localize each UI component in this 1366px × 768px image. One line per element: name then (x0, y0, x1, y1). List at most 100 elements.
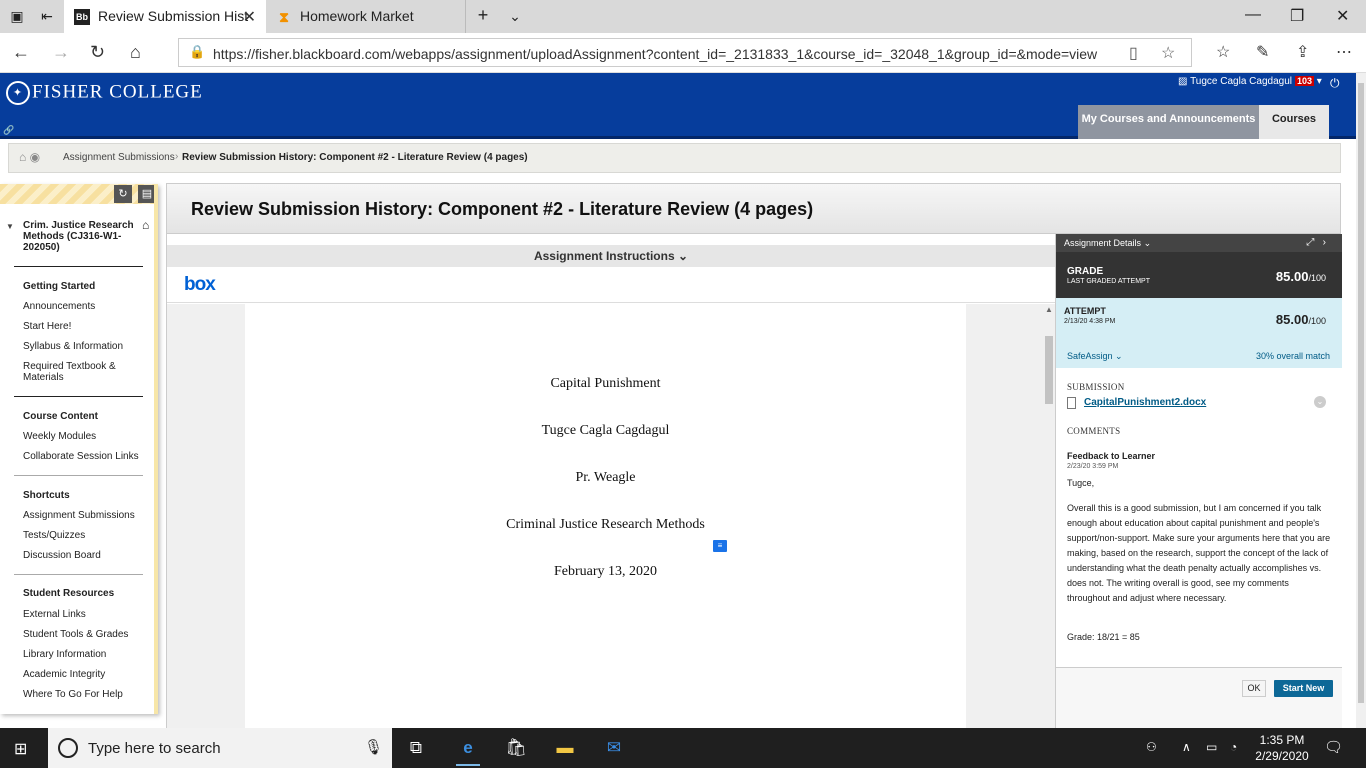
assignment-instructions-toggle[interactable]: Assignment Instructions ⌄ (167, 245, 1055, 267)
pen-icon[interactable]: ✎ (1256, 42, 1269, 62)
menu-heading-shortcuts: Shortcuts (23, 490, 70, 501)
scrollbar-thumb[interactable] (1045, 336, 1053, 404)
refresh-icon[interactable]: ↻ (90, 42, 105, 63)
breadcrumb: ⌂ ◉ Assignment Submissions › Review Subm… (8, 143, 1341, 173)
logout-power-icon[interactable]: ⏻ (1330, 76, 1340, 91)
tab-my-courses-announcements[interactable]: My Courses and Announcements (1078, 105, 1259, 139)
home-icon[interactable]: ⌂ (130, 42, 141, 63)
menu-divider (14, 266, 143, 267)
set-aside-tabs-icon[interactable]: ⇤ (38, 8, 56, 26)
tab-homework-market[interactable]: ⧗ Homework Market (266, 0, 466, 33)
notifications-icon[interactable]: 🗨 (1324, 738, 1343, 756)
menu-divider (14, 574, 143, 575)
favorite-star-icon[interactable]: ☆ (1161, 43, 1175, 63)
url-text: https://fisher.blackboard.com/webapps/as… (213, 46, 1098, 62)
tab-review-submission[interactable]: Bb Review Submission Hist ✕ (64, 0, 266, 33)
grade-summary: GRADE LAST GRADED ATTEMPT 85.00/100 (1056, 252, 1342, 298)
microphone-icon[interactable]: 🎙 (364, 738, 383, 756)
document-scrollbar[interactable]: ▲ (1043, 304, 1055, 728)
menu-item-academic-integrity[interactable]: Academic Integrity (23, 669, 141, 680)
college-logo[interactable]: ✦ FISHER COLLEGE (6, 81, 203, 105)
close-tab-icon[interactable]: ✕ (243, 7, 256, 27)
details-header-label: Assignment Details (1064, 238, 1142, 248)
tab-actions-icon[interactable]: ▣ (8, 8, 26, 26)
menu-item-tests-quizzes[interactable]: Tests/Quizzes (23, 530, 141, 541)
menu-heading-getting-started: Getting Started (23, 281, 96, 292)
more-icon[interactable]: ⋯ (1336, 42, 1352, 62)
main-content: Review Submission History: Component #2 … (166, 183, 1342, 728)
back-icon[interactable]: ← (12, 42, 30, 63)
menu-item-assignment-submissions[interactable]: Assignment Submissions (23, 510, 141, 521)
tray-chevron-up-icon[interactable]: ∧ (1182, 740, 1191, 754)
safeassign-dropdown[interactable]: SafeAssign ⌄ (1067, 351, 1123, 362)
refresh-menu-icon[interactable]: ↻ (114, 185, 132, 203)
fullscreen-icon[interactable]: ⤢ (1306, 237, 1314, 248)
breadcrumb-home-icon[interactable]: ⌂ ◉ (19, 150, 40, 164)
share-icon[interactable]: ⇪ (1296, 42, 1309, 62)
ok-button[interactable]: OK (1242, 680, 1266, 697)
lock-icon[interactable]: 🔒 (189, 44, 205, 60)
attempt-score: 85.00/100 (1275, 312, 1326, 327)
menu-item-help[interactable]: Where To Go For Help (23, 689, 141, 700)
menu-item-announcements[interactable]: Announcements (23, 301, 141, 312)
battery-icon[interactable]: ▭ (1206, 740, 1217, 754)
wifi-icon[interactable]: ◔ (1230, 740, 1237, 754)
minimize-icon[interactable]: — (1245, 6, 1261, 24)
page-scrollbar-thumb[interactable] (1358, 83, 1364, 703)
link-icon[interactable]: 🔗 (3, 125, 14, 136)
task-view-icon[interactable]: ⧉ (404, 736, 428, 760)
attempt-summary[interactable]: ATTEMPT 2/13/20 4:38 PM 85.00/100 SafeAs… (1056, 298, 1342, 368)
menu-item-collaborate[interactable]: Collaborate Session Links (23, 451, 141, 462)
page-scrollbar[interactable] (1356, 73, 1366, 728)
menu-view-icon[interactable]: ▤ (138, 185, 154, 203)
menu-item-external-links[interactable]: External Links (23, 609, 141, 620)
close-window-icon[interactable]: ✕ (1336, 6, 1349, 26)
reading-view-icon[interactable]: ▯ (1129, 43, 1138, 63)
site-header: ✦ FISHER COLLEGE ▨ Tugce Cagla Cagdagul 10… (0, 73, 1356, 139)
course-menu-toolbar: ↻ ▤ (0, 184, 154, 204)
menu-item-student-tools[interactable]: Student Tools & Grades (23, 629, 141, 640)
submission-file-link[interactable]: CapitalPunishment2.docx (1084, 397, 1206, 408)
comment-annotation-icon[interactable]: ≡ (713, 540, 727, 552)
safeassign-match[interactable]: 30% overall match (1256, 351, 1330, 361)
url-bar[interactable]: 🔒 https://fisher.blackboard.com/webapps/… (178, 38, 1192, 67)
forward-icon[interactable]: → (52, 42, 70, 63)
menu-item-start-here[interactable]: Start Here! (23, 321, 141, 332)
collapse-caret-icon[interactable]: ▼ (6, 222, 14, 231)
menu-item-weekly-modules[interactable]: Weekly Modules (23, 431, 141, 442)
chevron-down-icon: ⌄ (677, 249, 689, 263)
tab-label: Review Submission Hist (98, 8, 249, 24)
system-clock[interactable]: 1:35 PM 2/29/2020 (1254, 732, 1310, 764)
user-menu[interactable]: ▨ Tugce Cagla Cagdagul 103 ▾ (1178, 76, 1322, 87)
doc-title: Capital Punishment (550, 376, 661, 391)
start-new-button[interactable]: Start New (1274, 680, 1333, 697)
course-title[interactable]: Crim. Justice Research Methods (CJ316-W1… (23, 220, 135, 253)
menu-item-discussion-board[interactable]: Discussion Board (23, 550, 141, 561)
taskbar-search[interactable]: Type here to search 🎙 (48, 728, 392, 768)
favorites-hub-icon[interactable]: ☆ (1216, 42, 1230, 62)
new-tab-icon[interactable]: + (474, 5, 492, 25)
edge-browser-icon[interactable]: e (456, 736, 480, 766)
windows-start-icon[interactable]: ⊞ (14, 739, 27, 759)
mail-icon[interactable]: ✉ (602, 736, 626, 760)
file-icon (1067, 397, 1076, 409)
people-icon[interactable]: ⚇ (1146, 740, 1157, 754)
assignment-details-header[interactable]: Assignment Details ⌄ ⤢ › (1056, 234, 1342, 252)
breadcrumb-assignment-submissions[interactable]: Assignment Submissions (63, 152, 175, 163)
menu-item-textbook[interactable]: Required Textbook & Materials (23, 361, 141, 383)
taskbar: ⊞ Type here to search 🎙 ⧉ e 🛍 ▬ ✉ ⚇ ∧ ▭ … (0, 728, 1366, 768)
tab-courses[interactable]: Courses (1259, 105, 1329, 139)
course-home-icon[interactable]: ⌂ (142, 218, 149, 232)
restore-icon[interactable]: ❐ (1290, 6, 1304, 26)
expand-file-icon[interactable]: ⌄ (1314, 396, 1326, 408)
breadcrumb-separator-icon: › (175, 151, 179, 162)
document-viewer[interactable]: Capital Punishment Tugce Cagla Cagdagul … (167, 304, 1055, 728)
feedback-date: 2/23/20 3:59 PM (1067, 463, 1119, 470)
collapse-panel-icon[interactable]: › (1323, 237, 1326, 248)
scroll-up-icon[interactable]: ▲ (1045, 305, 1053, 314)
file-explorer-icon[interactable]: ▬ (553, 736, 577, 760)
menu-item-syllabus[interactable]: Syllabus & Information (23, 341, 141, 352)
menu-item-library[interactable]: Library Information (23, 649, 141, 660)
store-icon[interactable]: 🛍 (504, 736, 528, 760)
tab-list-chevron-icon[interactable]: ⌄ (506, 8, 524, 26)
